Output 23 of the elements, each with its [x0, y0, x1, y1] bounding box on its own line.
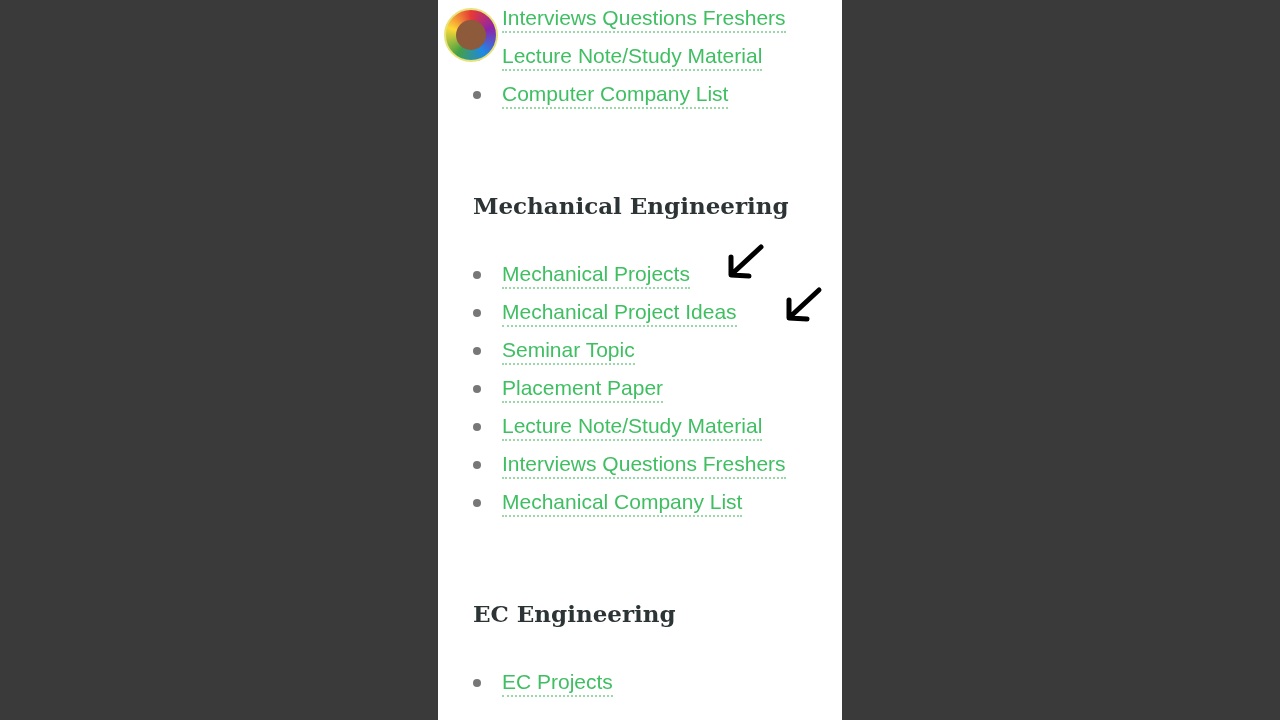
link[interactable]: Mechanical Projects	[502, 261, 690, 289]
link[interactable]: Lecture Note/Study Material	[502, 413, 763, 441]
link[interactable]: Lecture Note/Study Material	[502, 43, 763, 71]
link[interactable]: Mechanical Company List	[502, 489, 743, 517]
bullet-icon	[473, 385, 481, 393]
link[interactable]: Interviews Questions Freshers	[502, 451, 786, 479]
channel-avatar	[444, 8, 498, 62]
bullet-icon	[473, 309, 481, 317]
section-heading: Mechanical Engineering	[473, 191, 790, 221]
link[interactable]: Mechanical Project Ideas	[502, 299, 737, 327]
bullet-icon	[473, 423, 481, 431]
bullet-icon	[473, 271, 481, 279]
link[interactable]: Seminar Topic	[502, 337, 635, 365]
bullet-icon	[473, 91, 481, 99]
link[interactable]: EC Projects	[502, 669, 613, 697]
bullet-icon	[473, 679, 481, 687]
link[interactable]: Interviews Questions Freshers	[502, 5, 786, 33]
link[interactable]: Placement Paper	[502, 375, 664, 403]
bullet-icon	[473, 499, 481, 507]
bullet-icon	[473, 461, 481, 469]
link[interactable]: Computer Company List	[502, 81, 729, 109]
section-heading: EC Engineering	[473, 599, 677, 629]
bullet-icon	[473, 347, 481, 355]
